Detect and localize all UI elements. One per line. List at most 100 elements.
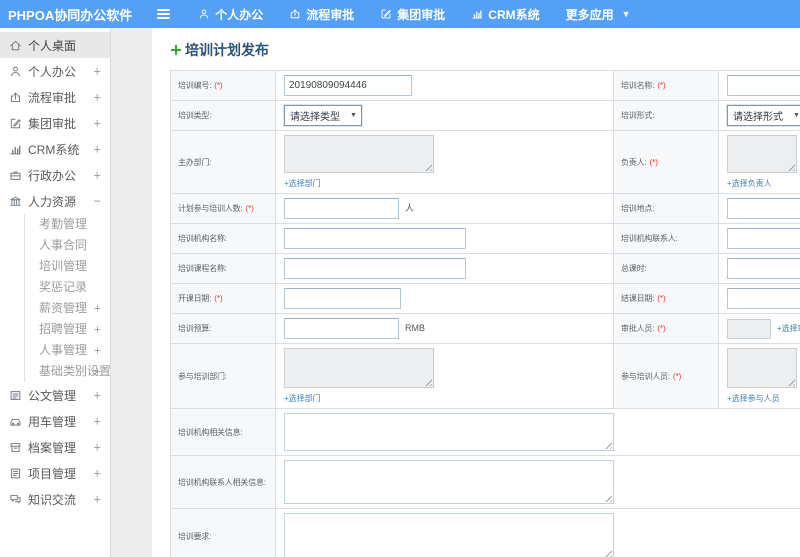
course-name-input[interactable] <box>284 258 466 279</box>
expand-toggle[interactable]: + <box>93 441 101 454</box>
sidebar-subitem-label: 人事合同 <box>39 238 88 252</box>
total-hours-field-cell <box>718 253 800 284</box>
leader-link[interactable]: +选择负责人 <box>727 179 772 188</box>
training-no-input[interactable] <box>284 75 412 96</box>
expand-toggle[interactable]: + <box>93 493 101 506</box>
table-row: 培训要求: <box>170 508 800 557</box>
org-contact-info-textarea[interactable] <box>284 460 614 504</box>
expand-toggle[interactable]: + <box>93 415 101 428</box>
topbar-menu-more-apps[interactable]: 更多应用 ▼ <box>553 0 644 28</box>
start-date-input[interactable] <box>284 288 401 309</box>
host-department-link[interactable]: +选择部门 <box>284 179 321 188</box>
sidebar-item-workflow-approval[interactable]: 流程审批 + <box>0 84 110 110</box>
end-date-input[interactable] <box>727 288 800 309</box>
resize-grip-icon[interactable] <box>786 377 795 386</box>
participating-departments-link[interactable]: +选择部门 <box>284 394 321 403</box>
sidebar-item-group-approval[interactable]: 集团审批 + <box>0 110 110 136</box>
hamburger-menu-icon[interactable] <box>152 5 175 23</box>
sidebar-item-label: 档案管理 <box>28 440 77 455</box>
resize-grip-icon[interactable] <box>603 493 612 502</box>
expand-toggle[interactable]: + <box>93 65 101 78</box>
sidebar-item-knowledge-exchange[interactable]: 知识交流 + <box>0 486 110 512</box>
sidebar-item-personal-desktop[interactable]: 个人桌面 <box>0 32 110 58</box>
approver-box[interactable] <box>727 318 771 339</box>
budget-input[interactable] <box>284 318 399 339</box>
leader-label-cell: 负责人: (*) <box>613 130 719 194</box>
topbar-menu-group-approval[interactable]: 集团审批 <box>367 0 458 28</box>
resize-grip-icon[interactable] <box>603 440 612 449</box>
topbar-menu-crm-system[interactable]: CRM系统 <box>458 0 552 28</box>
resize-grip-icon[interactable] <box>786 162 795 171</box>
resize-grip-icon[interactable] <box>603 548 612 557</box>
expand-toggle[interactable]: + <box>93 389 101 402</box>
sidebar-item-label: 知识交流 <box>28 492 77 507</box>
expand-toggle[interactable]: + <box>94 365 101 378</box>
training-no-field-cell <box>275 70 614 101</box>
training-type-field: 请选择类型 ▼ <box>284 105 605 126</box>
sidebar-item-label: 流程审批 <box>28 90 77 105</box>
expand-toggle[interactable]: + <box>94 344 101 357</box>
org-contact-input[interactable] <box>727 228 800 249</box>
training-type-select[interactable]: 请选择类型 ▼ <box>284 105 362 126</box>
sidebar-item-project-mgmt[interactable]: 项目管理 + <box>0 460 110 486</box>
sidebar-item-crm-system[interactable]: CRM系统 + <box>0 136 110 162</box>
expand-toggle[interactable]: + <box>93 169 101 182</box>
planned-participants-field-cell: 人 <box>275 193 614 224</box>
org-name-label: 培训机构名称: <box>178 234 227 243</box>
org-info-label: 培训机构相关信息: <box>178 427 243 437</box>
sidebar-item-human-resources[interactable]: 人力资源 − <box>0 188 110 214</box>
leader-label: 负责人: <box>621 157 647 167</box>
org-info-textarea[interactable] <box>284 413 614 451</box>
topbar: PHPOA协同办公软件 个人办公 流程审批 集团审批 CRM系统 更多应用 ▼ <box>0 0 800 28</box>
expand-toggle[interactable]: + <box>93 467 101 480</box>
sidebar-subitem-training-mgmt[interactable]: 培训管理 <box>25 256 110 277</box>
training-location-input[interactable] <box>727 198 800 219</box>
sidebar-subitem-label: 培训管理 <box>39 259 88 273</box>
sidebar-subitem-personnel-mgmt[interactable]: 人事管理 + <box>25 340 110 361</box>
sidebar-subitem-salary-mgmt[interactable]: 薪资管理 + <box>25 298 110 319</box>
resize-grip-icon[interactable] <box>423 162 432 171</box>
topbar-menu: 个人办公 流程审批 集团审批 CRM系统 更多应用 ▼ <box>185 0 643 28</box>
sidebar-item-archive-mgmt[interactable]: 档案管理 + <box>0 434 110 460</box>
expand-toggle[interactable]: + <box>93 117 101 130</box>
org-contact-label: 培训机构联系人: <box>621 234 678 243</box>
sidebar-subitem-attendance-mgmt[interactable]: 考勤管理 <box>25 214 110 235</box>
sidebar-item-document-mgmt[interactable]: 公文管理 + <box>0 382 110 408</box>
sidebar-subitem-hr-contract[interactable]: 人事合同 <box>25 235 110 256</box>
sidebar-subitem-base-category-settings[interactable]: 基础类别设置 + <box>25 361 110 382</box>
chat-icon <box>9 493 22 506</box>
org-contact-info-label: 培训机构联系人相关信息: <box>178 477 266 487</box>
sidebar-item-label: 公文管理 <box>28 388 77 403</box>
expand-toggle[interactable]: + <box>94 302 101 315</box>
resize-grip-icon[interactable] <box>423 377 432 386</box>
participating-departments-box[interactable] <box>284 348 434 388</box>
person-icon <box>198 8 210 20</box>
training-name-input[interactable] <box>727 75 800 96</box>
expand-toggle[interactable]: − <box>93 195 101 208</box>
sidebar-item-admin-office[interactable]: 行政办公 + <box>0 162 110 188</box>
sidebar-item-personal-office[interactable]: 个人办公 + <box>0 58 110 84</box>
expand-toggle[interactable]: + <box>94 323 101 336</box>
sidebar-subitem-recruitment-mgmt[interactable]: 招聘管理 + <box>25 319 110 340</box>
participants-box[interactable] <box>727 348 797 388</box>
sidebar-subitem-reward-punishment[interactable]: 奖惩记录 <box>25 277 110 298</box>
topbar-menu-workflow-approval[interactable]: 流程审批 <box>276 0 367 28</box>
sidebar-item-vehicle-mgmt[interactable]: 用车管理 + <box>0 408 110 434</box>
host-department-field-cell: +选择部门 <box>275 130 614 194</box>
topbar-menu-personal-office[interactable]: 个人办公 <box>185 0 276 28</box>
chart-icon <box>9 143 22 156</box>
org-name-input[interactable] <box>284 228 466 249</box>
expand-toggle[interactable]: + <box>93 143 101 156</box>
training-requirements-textarea[interactable] <box>284 513 614 557</box>
participants-link[interactable]: +选择参与人员 <box>727 394 780 403</box>
expand-toggle[interactable]: + <box>93 91 101 104</box>
training-form-select[interactable]: 请选择形式 ▼ <box>727 105 800 126</box>
training-requirements-label: 培训要求: <box>178 531 212 541</box>
leader-box[interactable] <box>727 135 797 173</box>
approver-link[interactable]: +选择审批人员 <box>777 323 800 334</box>
sidebar: 个人桌面 个人办公 + 流程审批 + 集团审批 + CRM系统 + 行政办公 + 人力资源 − 考勤管理人… <box>0 28 111 557</box>
training-form-field-cell: 请选择形式 ▼ <box>718 100 800 131</box>
planned-participants-input[interactable] <box>284 198 399 219</box>
host-department-box[interactable] <box>284 135 434 173</box>
total-hours-input[interactable] <box>727 258 800 279</box>
